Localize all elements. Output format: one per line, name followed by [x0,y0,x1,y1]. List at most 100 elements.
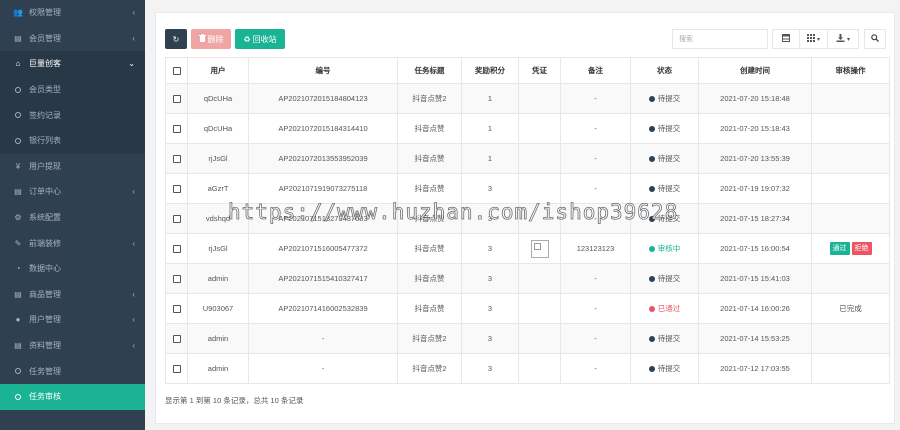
select-all-checkbox[interactable] [172,67,181,75]
row-checkbox[interactable] [172,95,181,103]
sidebar-item-label: 银行列表 [29,136,61,146]
export-dropdown-button[interactable]: ▾ [828,29,859,49]
status-badge: 待提交 [657,94,681,103]
code-cell: AP2021071518273437683 [248,203,398,234]
sidebar-item[interactable]: ▤ 会员管理 ‹ [0,26,145,52]
title-cell: 抖音点赞 [397,143,462,174]
recycle-bin-button[interactable]: ♻ 回收站 [235,29,285,49]
points-cell: 3 [461,173,519,204]
column-header: 任务标题 [397,57,462,84]
row-checkbox[interactable] [172,365,181,373]
sidebar-item-label: 商品管理 [29,289,61,299]
select-all-checkbox-cell[interactable] [165,57,188,84]
refresh-button[interactable]: ↻ [165,29,187,49]
sidebar-item[interactable]: ⚙ 系统配置 [0,205,145,231]
user-cell: admin [187,323,249,354]
row-checkbox[interactable] [172,335,181,343]
column-header: 凭证 [518,57,561,84]
sidebar: 👥 权限管理 ‹ ▤ 会员管理 ‹ ⌂ 巨量创客 ⌄ 会员类型 签约记录 银行列表 ¥ 用户提现 ▤ 订单中心… [0,0,145,430]
note-cell: - [560,293,631,324]
points-cell: 1 [461,113,519,144]
sidebar-item[interactable]: ▤ 订单中心 ‹ [0,179,145,205]
proof-cell [518,323,561,354]
status-badge: 待提交 [657,184,681,193]
row-checkbox-cell[interactable] [165,293,188,324]
sidebar-item[interactable]: 签约记录 [0,102,145,128]
sidebar-item[interactable]: 任务管理 [0,358,145,384]
row-checkbox[interactable] [172,305,181,313]
grid-icon [806,34,815,44]
sidebar-item-label: 巨量创客 [29,59,61,69]
sidebar-item[interactable]: ● 用户管理 ‹ [0,307,145,333]
delete-button[interactable]: 删除 [191,29,231,49]
user-cell: admin [187,353,249,384]
row-checkbox[interactable] [172,155,181,163]
chevron-down-icon: ⌄ [128,59,135,69]
status-cell: 待提交 [630,263,699,294]
sidebar-item[interactable]: ✎ 前端装修 ‹ [0,230,145,256]
row-checkbox-cell[interactable] [165,203,188,234]
reject-button[interactable]: 拒绝 [851,242,872,255]
row-checkbox-cell[interactable] [165,143,188,174]
sidebar-item-label: 任务审核 [29,392,61,402]
code-cell: AP2021071416002532839 [248,293,398,324]
row-checkbox-cell[interactable] [165,323,188,354]
approve-button[interactable]: 通过 [829,242,850,255]
status-cell: 待提交 [630,323,699,354]
search-input[interactable] [672,29,768,49]
status-badge: 待提交 [657,334,681,343]
circle-icon [12,368,24,375]
sidebar-item[interactable]: 会员类型 [0,76,145,103]
row-checkbox-cell[interactable] [165,263,188,294]
row-checkbox-cell[interactable] [165,353,188,384]
review-action-cell [811,353,890,384]
row-checkbox[interactable] [172,185,181,193]
row-checkbox[interactable] [172,125,181,133]
table-row: rjJsGl AP2021071516005477372 抖音点赞 3 12312312… [165,233,890,264]
columns-dropdown-button[interactable]: ▾ [800,29,828,49]
sidebar-item[interactable]: ▤ 商品管理 ‹ [0,282,145,308]
column-header: 用户 [187,57,249,84]
user-cell: admin [187,263,249,294]
sidebar-item[interactable]: ▤ 资料管理 ‹ [0,333,145,359]
sidebar-item[interactable]: ⌂ 巨量创客 ⌄ [0,51,145,77]
created-time-cell: 2021-07-20 15:18:43 [698,113,812,144]
title-cell: 抖音点赞2 [397,323,462,354]
points-cell: 3 [461,323,519,354]
code-cell: AP2021071516005477372 [248,233,398,264]
row-checkbox-cell[interactable] [165,113,188,144]
status-badge: 审核中 [657,244,681,253]
proof-cell [518,143,561,174]
circle-icon [12,393,24,400]
list-icon: ▤ [14,33,22,43]
table-row: qDcUHa AP2021072015184804123 抖音点赞2 1 - 待提交 202… [165,83,890,114]
file-icon: ▤ [14,187,22,197]
sidebar-item[interactable]: 任务审核 [0,383,145,410]
sidebar-item[interactable]: 银行列表 [0,127,145,154]
row-checkbox-cell[interactable] [165,233,188,264]
proof-image-icon[interactable] [530,239,549,258]
toggle-view-button[interactable] [772,29,800,49]
chevron-left-icon: ‹ [132,238,135,248]
status-dot-icon [648,335,655,342]
status-cell: 待提交 [630,83,699,114]
row-checkbox-cell[interactable] [165,83,188,114]
row-checkbox[interactable] [172,275,181,283]
row-checkbox[interactable] [172,215,181,223]
search-icon [871,34,879,44]
main-panel: ↻ 删除 ♻ 回收站 ▾ ▾ [155,12,895,424]
search-button[interactable] [864,29,886,49]
sidebar-item[interactable]: ¥ 用户提现 [0,154,145,180]
sidebar-item[interactable]: 👥 权限管理 ‹ [0,0,145,26]
created-time-cell: 2021-07-15 15:41:03 [698,263,812,294]
proof-cell[interactable] [518,233,561,264]
sidebar-item[interactable]: ◔ 数据中心 [0,256,145,282]
row-checkbox-cell[interactable] [165,173,188,204]
chevron-left-icon: ‹ [132,8,135,18]
column-header: 备注 [560,57,631,84]
circle-icon [12,137,24,144]
row-checkbox[interactable] [172,245,181,253]
title-cell: 抖音点赞 [397,113,462,144]
code-cell: AP2021072015184804123 [248,83,398,114]
created-time-cell: 2021-07-20 15:18:48 [698,83,812,114]
